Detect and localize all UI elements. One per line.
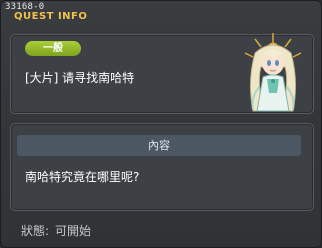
quest-info-window: 33168-0 QUEST INFO 一般 [大片] 请寻找南哈特 內容 南哈特… — [0, 0, 322, 248]
quest-status: 狀態: 可開始 — [21, 222, 91, 239]
content-header: 內容 — [17, 135, 301, 156]
quest-name: [大片] 请寻找南哈特 — [25, 71, 135, 85]
content-text: 南哈特究竟在哪里呢? — [25, 170, 140, 184]
status-label: 狀態: — [21, 224, 50, 238]
window-title: QUEST INFO — [14, 11, 88, 22]
quest-category-badge: 一般 — [25, 41, 81, 56]
npc-goddess-icon — [244, 33, 302, 112]
status-value: 可開始 — [55, 224, 92, 238]
